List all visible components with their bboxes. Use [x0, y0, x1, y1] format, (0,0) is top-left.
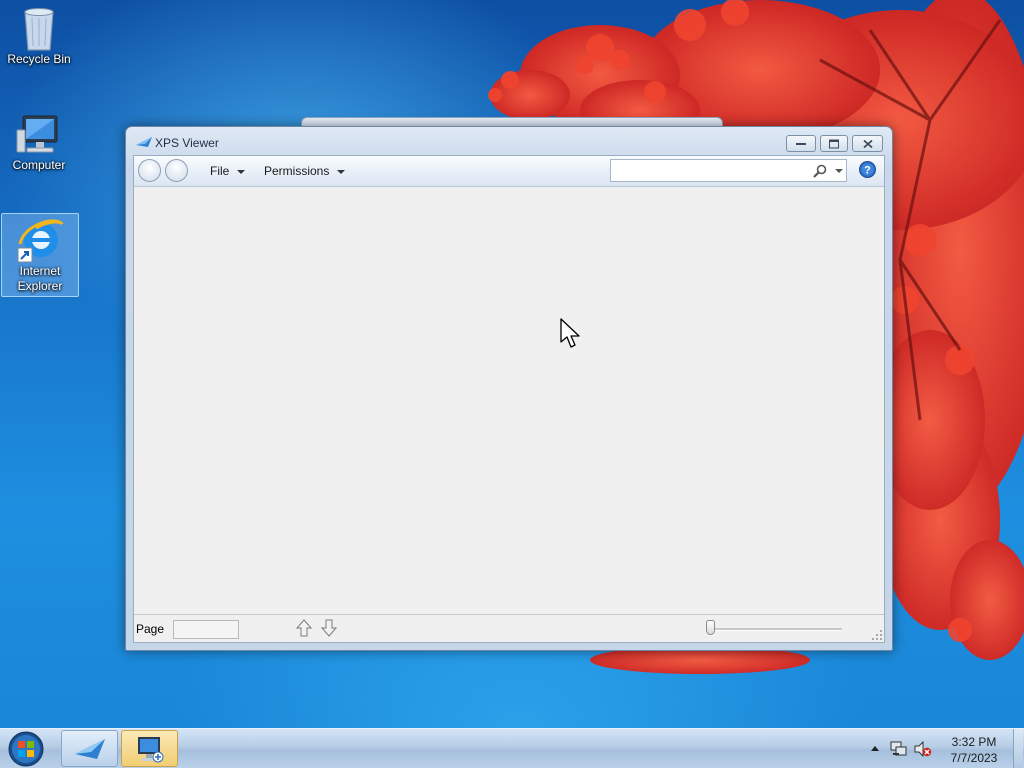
- desktop-icon-label: Computer: [12, 158, 66, 172]
- clock-time: 3:32 PM: [951, 735, 997, 749]
- taskbar-xps-viewer-button[interactable]: [61, 730, 118, 767]
- network-icon[interactable]: [890, 741, 908, 757]
- taskbar-remote-desktop-button[interactable]: [121, 730, 178, 767]
- system-clock[interactable]: 3:32 PM 7/7/2023: [940, 734, 1008, 766]
- show-hidden-icons-icon[interactable]: [871, 746, 879, 751]
- dropdown-arrow-icon: [237, 169, 246, 174]
- clock-date: 7/7/2023: [950, 751, 998, 765]
- computer-icon: [16, 115, 58, 153]
- previous-page-icon[interactable]: [296, 619, 312, 637]
- mouse-cursor-icon: [560, 318, 580, 348]
- desktop-icon-label: Recycle Bin: [7, 52, 71, 66]
- search-box: [610, 159, 847, 182]
- page-label: Page: [136, 622, 165, 636]
- title-bar[interactable]: XPS Viewer: [126, 127, 892, 155]
- xps-viewer-icon: [74, 738, 105, 759]
- back-button[interactable]: [138, 159, 161, 182]
- permissions-menu-label: Permissions: [264, 164, 330, 178]
- help-icon[interactable]: ?: [859, 161, 876, 178]
- start-button[interactable]: [6, 731, 46, 768]
- status-bar: Page: [134, 614, 884, 642]
- svg-text:?: ?: [864, 165, 871, 177]
- forward-button[interactable]: [165, 159, 188, 182]
- desktop-icon-recycle-bin[interactable]: Recycle Bin: [1, 6, 77, 67]
- recycle-bin-icon: [24, 8, 54, 51]
- remote-desktop-icon: [137, 736, 163, 762]
- internet-explorer-icon: [17, 219, 64, 263]
- page-number-input[interactable]: [173, 620, 239, 639]
- minimize-button[interactable]: [786, 135, 816, 152]
- next-page-icon[interactable]: [321, 619, 337, 637]
- dropdown-arrow-icon: [337, 169, 346, 174]
- maximize-button[interactable]: [820, 135, 848, 152]
- volume-muted-icon[interactable]: [914, 741, 932, 757]
- desktop-icon-internet-explorer[interactable]: Internet Explorer: [1, 213, 79, 297]
- show-desktop-button[interactable]: [1013, 729, 1023, 768]
- file-menu-label: File: [210, 164, 230, 178]
- zoom-slider-thumb[interactable]: [706, 620, 715, 635]
- file-menu[interactable]: File: [210, 164, 246, 178]
- close-button[interactable]: [852, 135, 883, 152]
- zoom-slider-track[interactable]: [714, 628, 842, 631]
- close-icon: [862, 139, 873, 148]
- window-title: XPS Viewer: [155, 136, 219, 150]
- client-area: File Permissions ? Page: [133, 155, 885, 643]
- xps-viewer-icon: [136, 137, 152, 147]
- desktop-icon-computer[interactable]: Computer: [1, 112, 77, 173]
- desktop-icon-label: Internet Explorer: [17, 264, 63, 293]
- xps-viewer-window: XPS Viewer File Permissions ? Page: [125, 126, 893, 651]
- desktop: Recycle Bin Computer Internet Explorer X…: [0, 0, 1024, 728]
- taskbar: 3:32 PM 7/7/2023: [0, 728, 1024, 768]
- search-options-icon[interactable]: [835, 169, 843, 173]
- search-input[interactable]: [613, 162, 809, 181]
- permissions-menu[interactable]: Permissions: [264, 164, 346, 178]
- resize-grip-icon[interactable]: [872, 630, 882, 640]
- toolbar: File Permissions ?: [134, 156, 884, 187]
- maximize-icon: [829, 139, 839, 148]
- document-view[interactable]: [134, 187, 884, 615]
- search-icon[interactable]: [813, 164, 827, 178]
- minimize-icon: [796, 142, 806, 145]
